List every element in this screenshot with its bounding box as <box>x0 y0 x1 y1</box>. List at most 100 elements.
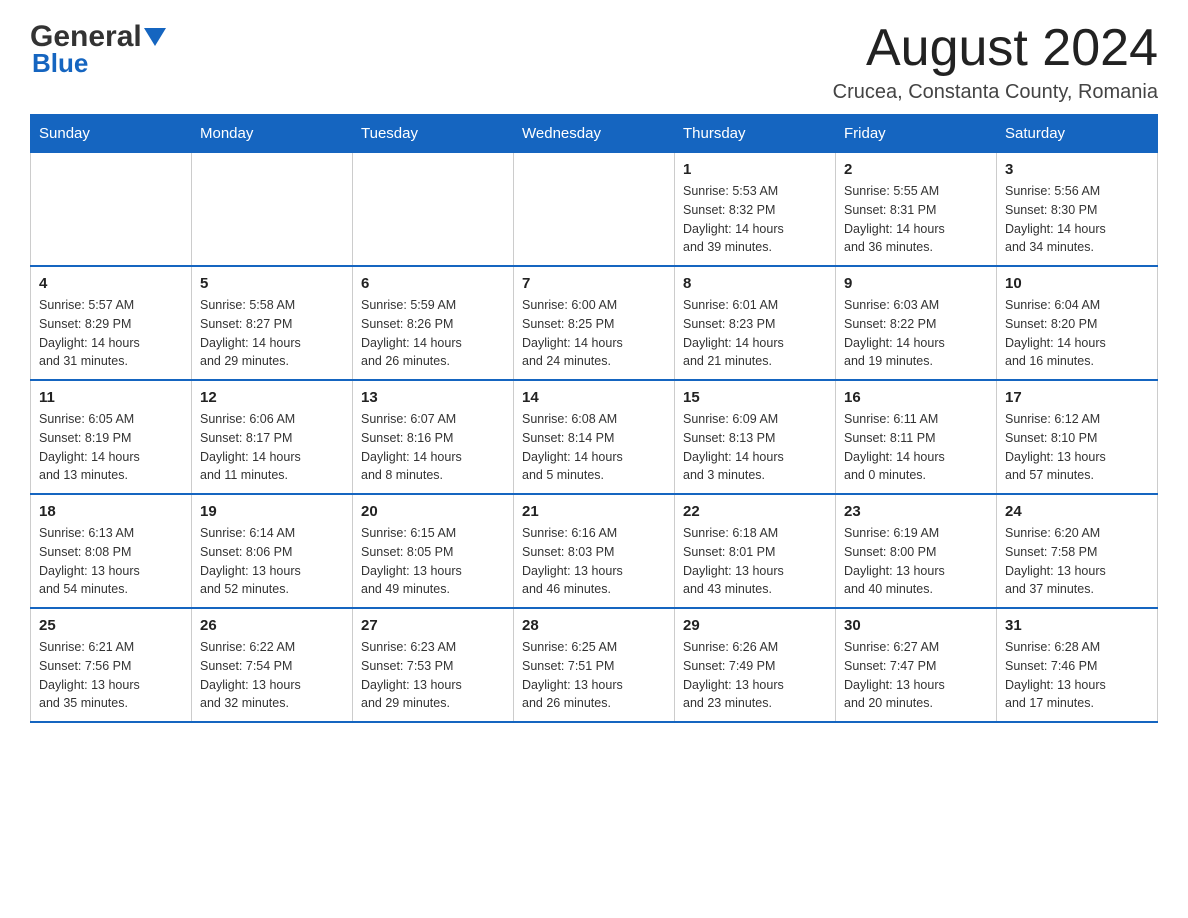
day-number: 9 <box>844 275 988 292</box>
day-info: Sunrise: 5:59 AMSunset: 8:26 PMDaylight:… <box>361 296 505 371</box>
week-row-3: 11Sunrise: 6:05 AMSunset: 8:19 PMDayligh… <box>31 380 1158 494</box>
header-day-saturday: Saturday <box>997 115 1158 153</box>
title-section: August 2024 Crucea, Constanta County, Ro… <box>833 20 1158 104</box>
calendar-cell <box>192 153 353 267</box>
day-info: Sunrise: 6:07 AMSunset: 8:16 PMDaylight:… <box>361 410 505 485</box>
day-info: Sunrise: 6:22 AMSunset: 7:54 PMDaylight:… <box>200 638 344 713</box>
day-number: 25 <box>39 617 183 634</box>
day-number: 27 <box>361 617 505 634</box>
calendar-cell <box>514 153 675 267</box>
day-number: 30 <box>844 617 988 634</box>
day-number: 6 <box>361 275 505 292</box>
calendar-cell: 27 Sunrise: 6:23 AMSunset: 7:53 PMDayligh… <box>353 608 514 722</box>
day-info: Sunrise: 6:05 AMSunset: 8:19 PMDaylight:… <box>39 410 183 485</box>
calendar-cell: 23Sunrise: 6:19 AMSunset: 8:00 PMDayligh… <box>836 494 997 608</box>
day-number: 8 <box>683 275 827 292</box>
day-info: Sunrise: 6:20 AMSunset: 7:58 PMDaylight:… <box>1005 524 1149 599</box>
day-number: 14 <box>522 389 666 406</box>
calendar-cell: 22Sunrise: 6:18 AMSunset: 8:01 PMDayligh… <box>675 494 836 608</box>
calendar-cell <box>353 153 514 267</box>
calendar-cell: 17 Sunrise: 6:12 AMSunset: 8:10 PMDayligh… <box>997 380 1158 494</box>
day-info: Sunrise: 5:58 AMSunset: 8:27 PMDaylight:… <box>200 296 344 371</box>
day-number: 2 <box>844 161 988 178</box>
day-info: Sunrise: 5:56 AMSunset: 8:30 PMDaylight:… <box>1005 182 1149 257</box>
calendar-cell: 16Sunrise: 6:11 AMSunset: 8:11 PMDayligh… <box>836 380 997 494</box>
page-title: August 2024 <box>833 20 1158 77</box>
day-info: Sunrise: 6:25 AMSunset: 7:51 PMDaylight:… <box>522 638 666 713</box>
calendar-cell: 18Sunrise: 6:13 AMSunset: 8:08 PMDayligh… <box>31 494 192 608</box>
calendar-cell: 10Sunrise: 6:04 AMSunset: 8:20 PMDayligh… <box>997 266 1158 380</box>
day-number: 22 <box>683 503 827 520</box>
day-number: 16 <box>844 389 988 406</box>
day-info: Sunrise: 5:53 AMSunset: 8:32 PMDaylight:… <box>683 182 827 257</box>
calendar-cell: 19Sunrise: 6:14 AMSunset: 8:06 PMDayligh… <box>192 494 353 608</box>
calendar-body: 1Sunrise: 5:53 AMSunset: 8:32 PMDaylight… <box>31 153 1158 723</box>
calendar-cell: 6 Sunrise: 5:59 AMSunset: 8:26 PMDaylight… <box>353 266 514 380</box>
calendar-cell: 29 Sunrise: 6:26 AMSunset: 7:49 PMDayligh… <box>675 608 836 722</box>
day-number: 7 <box>522 275 666 292</box>
day-number: 10 <box>1005 275 1149 292</box>
calendar-cell: 8 Sunrise: 6:01 AMSunset: 8:23 PMDaylight… <box>675 266 836 380</box>
day-number: 28 <box>522 617 666 634</box>
calendar-cell: 31 Sunrise: 6:28 AMSunset: 7:46 PMDayligh… <box>997 608 1158 722</box>
day-info: Sunrise: 5:55 AMSunset: 8:31 PMDaylight:… <box>844 182 988 257</box>
week-row-1: 1Sunrise: 5:53 AMSunset: 8:32 PMDaylight… <box>31 153 1158 267</box>
calendar-header: SundayMondayTuesdayWednesdayThursdayFrid… <box>31 115 1158 153</box>
day-number: 20 <box>361 503 505 520</box>
day-info: Sunrise: 6:27 AMSunset: 7:47 PMDaylight:… <box>844 638 988 713</box>
day-number: 29 <box>683 617 827 634</box>
calendar-cell: 14Sunrise: 6:08 AMSunset: 8:14 PMDayligh… <box>514 380 675 494</box>
week-row-4: 18Sunrise: 6:13 AMSunset: 8:08 PMDayligh… <box>31 494 1158 608</box>
week-row-5: 25Sunrise: 6:21 AMSunset: 7:56 PMDayligh… <box>31 608 1158 722</box>
day-number: 26 <box>200 617 344 634</box>
calendar-cell: 4Sunrise: 5:57 AMSunset: 8:29 PMDaylight… <box>31 266 192 380</box>
calendar-cell: 25Sunrise: 6:21 AMSunset: 7:56 PMDayligh… <box>31 608 192 722</box>
day-number: 18 <box>39 503 183 520</box>
header-day-thursday: Thursday <box>675 115 836 153</box>
day-number: 5 <box>200 275 344 292</box>
calendar-cell: 28 Sunrise: 6:25 AMSunset: 7:51 PMDayligh… <box>514 608 675 722</box>
calendar-cell: 5 Sunrise: 5:58 AMSunset: 8:27 PMDaylight… <box>192 266 353 380</box>
day-number: 31 <box>1005 617 1149 634</box>
calendar-cell: 13Sunrise: 6:07 AMSunset: 8:16 PMDayligh… <box>353 380 514 494</box>
page-header: General Blue August 2024 Crucea, Constan… <box>30 20 1158 104</box>
header-day-friday: Friday <box>836 115 997 153</box>
day-info: Sunrise: 6:28 AMSunset: 7:46 PMDaylight:… <box>1005 638 1149 713</box>
day-info: Sunrise: 6:26 AMSunset: 7:49 PMDaylight:… <box>683 638 827 713</box>
day-number: 3 <box>1005 161 1149 178</box>
calendar-cell: 26 Sunrise: 6:22 AMSunset: 7:54 PMDayligh… <box>192 608 353 722</box>
day-info: Sunrise: 6:12 AMSunset: 8:10 PMDaylight:… <box>1005 410 1149 485</box>
day-number: 4 <box>39 275 183 292</box>
day-info: Sunrise: 6:03 AMSunset: 8:22 PMDaylight:… <box>844 296 988 371</box>
day-number: 17 <box>1005 389 1149 406</box>
calendar-cell: 12Sunrise: 6:06 AMSunset: 8:17 PMDayligh… <box>192 380 353 494</box>
page-subtitle: Crucea, Constanta County, Romania <box>833 81 1158 104</box>
logo-blue: Blue <box>32 48 88 79</box>
day-number: 19 <box>200 503 344 520</box>
day-number: 21 <box>522 503 666 520</box>
calendar-cell: 24 Sunrise: 6:20 AMSunset: 7:58 PMDayligh… <box>997 494 1158 608</box>
calendar-cell: 21 Sunrise: 6:16 AMSunset: 8:03 PMDayligh… <box>514 494 675 608</box>
day-info: Sunrise: 6:15 AMSunset: 8:05 PMDaylight:… <box>361 524 505 599</box>
day-info: Sunrise: 6:01 AMSunset: 8:23 PMDaylight:… <box>683 296 827 371</box>
calendar-cell: 3 Sunrise: 5:56 AMSunset: 8:30 PMDaylight… <box>997 153 1158 267</box>
calendar-table: SundayMondayTuesdayWednesdayThursdayFrid… <box>30 114 1158 723</box>
day-number: 24 <box>1005 503 1149 520</box>
logo: General Blue <box>30 20 166 79</box>
day-info: Sunrise: 6:16 AMSunset: 8:03 PMDaylight:… <box>522 524 666 599</box>
day-info: Sunrise: 6:00 AMSunset: 8:25 PMDaylight:… <box>522 296 666 371</box>
calendar-cell: 30 Sunrise: 6:27 AMSunset: 7:47 PMDayligh… <box>836 608 997 722</box>
day-info: Sunrise: 6:09 AMSunset: 8:13 PMDaylight:… <box>683 410 827 485</box>
header-day-sunday: Sunday <box>31 115 192 153</box>
week-row-2: 4Sunrise: 5:57 AMSunset: 8:29 PMDaylight… <box>31 266 1158 380</box>
calendar-cell: 15Sunrise: 6:09 AMSunset: 8:13 PMDayligh… <box>675 380 836 494</box>
calendar-cell <box>31 153 192 267</box>
calendar-cell: 20 Sunrise: 6:15 AMSunset: 8:05 PMDayligh… <box>353 494 514 608</box>
day-number: 12 <box>200 389 344 406</box>
calendar-cell: 1Sunrise: 5:53 AMSunset: 8:32 PMDaylight… <box>675 153 836 267</box>
header-day-wednesday: Wednesday <box>514 115 675 153</box>
day-info: Sunrise: 6:23 AMSunset: 7:53 PMDaylight:… <box>361 638 505 713</box>
header-day-monday: Monday <box>192 115 353 153</box>
calendar-cell: 2 Sunrise: 5:55 AMSunset: 8:31 PMDaylight… <box>836 153 997 267</box>
day-info: Sunrise: 6:19 AMSunset: 8:00 PMDaylight:… <box>844 524 988 599</box>
